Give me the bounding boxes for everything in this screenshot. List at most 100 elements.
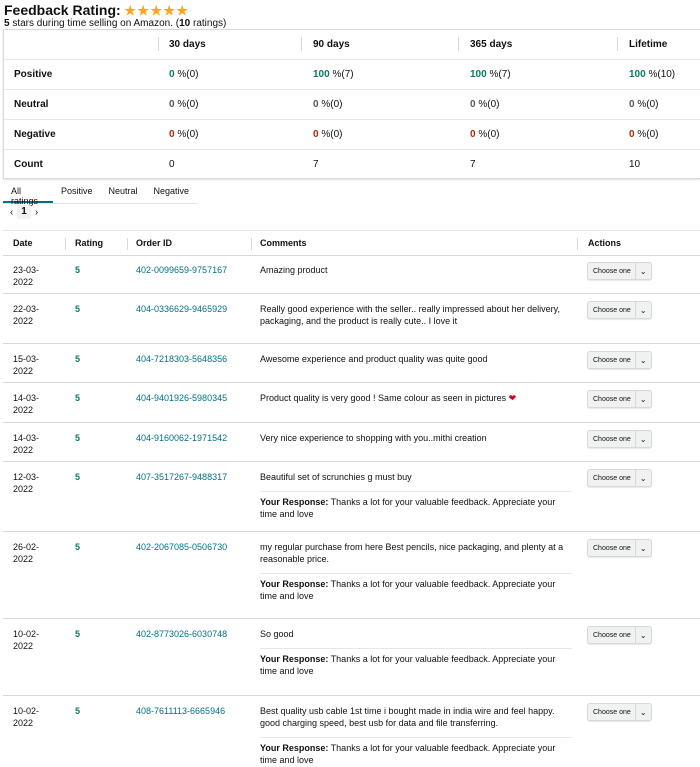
tab-negative[interactable]: Negative — [145, 182, 197, 203]
table-row: 22-03-2022 5 404-0336629-9465929 Really goo… — [3, 294, 700, 344]
column-divider — [127, 238, 128, 250]
seller-response: Your Response: Thanks a lot for your val… — [260, 578, 572, 602]
order-id-link[interactable]: 402-0099659-9757167 — [136, 264, 227, 276]
summary-count: %(0) — [475, 99, 500, 110]
summary-cell: 0 %(0) — [313, 90, 342, 120]
comment-body: Amazing product — [260, 265, 328, 275]
subtitle-suffix: ratings) — [190, 18, 227, 29]
summary-count: %(10) — [645, 69, 676, 80]
chevron-down-icon[interactable]: ⌄ — [636, 306, 651, 315]
summary-cell: 100 %(10) — [629, 60, 675, 90]
comment-body: Very nice experience to shopping with yo… — [260, 433, 487, 443]
response-divider — [260, 648, 572, 649]
action-dropdown[interactable]: Choose one ⌄ — [587, 469, 652, 487]
rating-value: 5 — [75, 393, 81, 403]
action-dropdown[interactable]: Choose one ⌄ — [587, 351, 652, 369]
chevron-down-icon[interactable]: ⌄ — [636, 435, 651, 444]
summary-cell: 7 — [470, 150, 476, 180]
action-dropdown[interactable]: Choose one ⌄ — [587, 626, 652, 644]
chevron-right-icon[interactable]: › — [31, 207, 42, 218]
order-id-link[interactable]: 404-9160062-1971542 — [136, 432, 227, 444]
summary-count: %(0) — [174, 129, 199, 140]
tab-positive[interactable]: Positive — [53, 182, 101, 203]
summary-cell: 0 %(0) — [313, 120, 342, 150]
comment-body: Best quality usb cable 1st time i bought… — [260, 706, 555, 728]
page-title: Feedback Rating: ★ ★ ★ ★ ★ — [4, 2, 694, 18]
summary-percent: 100 — [313, 69, 330, 80]
action-dropdown-label: Choose one — [593, 435, 631, 443]
chevron-down-icon[interactable]: ⌄ — [636, 474, 651, 483]
response-divider — [260, 491, 572, 492]
comment-text: Amazing product — [260, 264, 572, 276]
comment-text: Really good experience with the seller..… — [260, 303, 572, 327]
seller-response: Your Response: Thanks a lot for your val… — [260, 496, 572, 520]
comment-text: Awesome experience and product quality w… — [260, 353, 572, 365]
comment-body: my regular purchase from here Best penci… — [260, 542, 564, 564]
summary-cell: 100 %(7) — [313, 60, 354, 90]
star-icon: ★ — [150, 2, 163, 18]
action-dropdown[interactable]: Choose one ⌄ — [587, 262, 652, 280]
response-label: Your Response: — [260, 654, 329, 664]
action-dropdown[interactable]: Choose one ⌄ — [587, 390, 652, 408]
summary-cell: 0 %(0) — [169, 120, 198, 150]
action-dropdown[interactable]: Choose one ⌄ — [587, 430, 652, 448]
chevron-down-icon[interactable]: ⌄ — [636, 631, 651, 640]
summary-percent: 100 — [470, 69, 487, 80]
comment-body: Awesome experience and product quality w… — [260, 354, 488, 364]
order-date: 10-02-2022 — [13, 629, 40, 651]
summary-cell: 0 %(0) — [169, 60, 198, 90]
chevron-down-icon[interactable]: ⌄ — [636, 708, 651, 717]
page-number[interactable]: 1 — [17, 205, 31, 219]
comment-text: my regular purchase from here Best penci… — [260, 541, 572, 565]
rating-value: 5 — [75, 304, 81, 314]
summary-row-label: Count — [14, 159, 43, 170]
summary-row-neutral: Neutral 0 %(0) 0 %(0) 0 %(0) 0 %(0) — [4, 90, 700, 120]
order-id-link[interactable]: 404-7218303-5648356 — [136, 353, 227, 365]
rating-value: 5 — [75, 542, 81, 552]
rating-count: 10 — [179, 18, 191, 29]
order-date: 23-03-2022 — [13, 265, 40, 287]
chevron-down-icon[interactable]: ⌄ — [636, 267, 651, 276]
column-divider — [458, 37, 459, 51]
column-divider — [158, 37, 159, 51]
response-label: Your Response: — [260, 497, 329, 507]
order-id-link[interactable]: 404-9401926-5980345 — [136, 392, 227, 404]
header-rating: Rating — [75, 238, 103, 248]
chevron-down-icon[interactable]: ⌄ — [636, 395, 651, 404]
rating-tabs: All ratings Positive Neutral Negative — [3, 182, 197, 206]
order-id-link[interactable]: 407-3517267-9488317 — [136, 471, 227, 483]
chevron-left-icon[interactable]: ‹ — [6, 207, 17, 218]
order-id-link[interactable]: 404-0336629-9465929 — [136, 303, 227, 315]
summary-count: %(0) — [634, 129, 659, 140]
order-id-link[interactable]: 402-8773026-6030748 — [136, 628, 227, 640]
order-id-link[interactable]: 402-2067085-0506730 — [136, 541, 227, 553]
tab-all-ratings[interactable]: All ratings — [3, 182, 53, 206]
subtitle-text: stars during time selling on Amazon. ( — [9, 18, 180, 29]
summary-cell: 10 — [629, 150, 640, 180]
order-date: 26-02-2022 — [13, 542, 40, 564]
action-dropdown-label: Choose one — [593, 306, 631, 314]
column-divider — [301, 37, 302, 51]
summary-cell: 0 %(0) — [470, 120, 499, 150]
action-dropdown[interactable]: Choose one ⌄ — [587, 539, 652, 557]
rating-value: 5 — [75, 629, 81, 639]
star-icon: ★ — [137, 2, 150, 18]
action-dropdown-label: Choose one — [593, 267, 631, 275]
chevron-down-icon[interactable]: ⌄ — [636, 544, 651, 553]
chevron-down-icon[interactable]: ⌄ — [636, 356, 651, 365]
order-date: 14-03-2022 — [13, 433, 40, 455]
table-row: 10-02-2022 5 408-7611113-6665946 Best quali… — [3, 696, 700, 767]
table-row: 14-03-2022 5 404-9401926-5980345 Product qu… — [3, 383, 700, 423]
action-dropdown-label: Choose one — [593, 356, 631, 364]
comment-text: Very nice experience to shopping with yo… — [260, 432, 572, 444]
summary-row-label: Neutral — [14, 99, 49, 110]
rating-value: 5 — [75, 265, 81, 275]
table-row: 15-03-2022 5 404-7218303-5648356 Awesome ex… — [3, 344, 700, 383]
summary-row-label: Negative — [14, 129, 56, 140]
order-id-link[interactable]: 408-7611113-6665946 — [136, 705, 225, 717]
action-dropdown[interactable]: Choose one ⌄ — [587, 703, 652, 721]
action-dropdown[interactable]: Choose one ⌄ — [587, 301, 652, 319]
summary-cell: 0 %(0) — [629, 120, 658, 150]
tab-neutral[interactable]: Neutral — [100, 182, 145, 203]
comment-body: So good — [260, 629, 294, 639]
